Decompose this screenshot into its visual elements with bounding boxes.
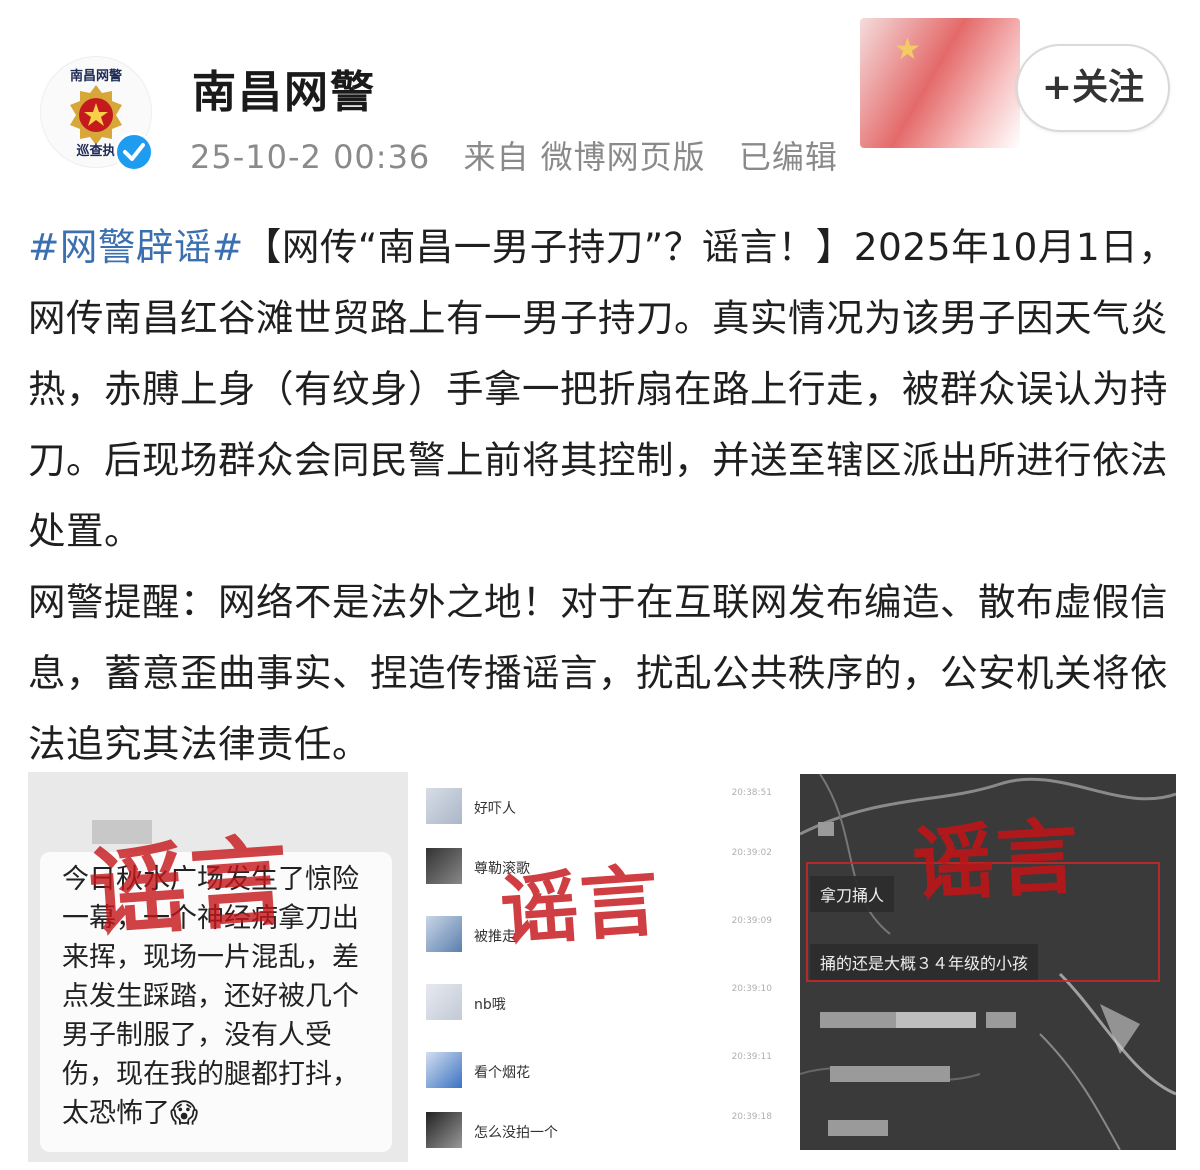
follow-button[interactable]: +关注 [1016, 44, 1170, 132]
post-paragraph-1-text: 【网传“南昌一男子持刀”？谣言！】2025年10月1日，网传南昌红谷滩世贸路上有… [28, 225, 1177, 553]
avatar-org-name: 南昌网警 [69, 69, 122, 84]
verified-icon [114, 132, 154, 172]
post-paragraph-1: #网警辟谣#【网传“南昌一男子持刀”？谣言！】2025年10月1日，网传南昌红谷… [28, 212, 1178, 567]
comment-time: 20:39:02 [731, 848, 772, 858]
pixelation [828, 1120, 888, 1136]
comment-time: 20:38:51 [731, 788, 772, 798]
comment-row: 看个烟花 20:39:11 [426, 1048, 786, 1094]
pixelation [818, 822, 834, 836]
post-timestamp[interactable]: 25-10-2 00:36 [190, 138, 430, 176]
post-meta: 25-10-2 00:36 来自 微博网页版 已编辑 [190, 132, 860, 178]
comment-text: 好吓人 [474, 801, 516, 817]
comment-text: 怎么没拍一个 [474, 1125, 558, 1141]
comment-time: 20:39:11 [731, 1052, 772, 1062]
post-edited-label[interactable]: 已编辑 [739, 138, 838, 176]
post-body: #网警辟谣#【网传“南昌一男子持刀”？谣言！】2025年10月1日，网传南昌红谷… [28, 212, 1178, 780]
comment-row: nb哦 20:39:10 [426, 980, 786, 1026]
comment-text: nb哦 [474, 997, 506, 1013]
post-image-3[interactable]: 拿刀捅人 捅的还是大概３４年级的小孩 谣言 [800, 774, 1176, 1150]
comment-time: 20:39:10 [731, 984, 772, 994]
rumor-stamp: 谣言 [909, 808, 1083, 914]
comment-row: 怎么没拍一个 20:39:18 [426, 1108, 786, 1154]
post-paragraph-2: 网警提醒：网络不是法外之地！对于在互联网发布编造、散布虚假信息，蓄意歪曲事实、捏… [28, 580, 1168, 766]
rumor-stamp: 谣言 [84, 823, 297, 952]
pixelation [986, 1012, 1016, 1028]
police-badge-icon [70, 85, 122, 145]
pixelation [830, 1066, 950, 1082]
post-source: 来自 微博网页版 [463, 138, 706, 176]
comment-row: 好吓人 20:38:51 [426, 784, 786, 830]
comment-avatar [426, 916, 462, 952]
comment-avatar [426, 1052, 462, 1088]
comment-avatar [426, 1112, 462, 1148]
post-header: 南昌网警 巡查执 南昌网警 25-10-2 00:36 来自 微博网页版 已编辑… [0, 0, 1200, 200]
star-icon: ★ [894, 32, 921, 67]
hashtag-link[interactable]: #网警辟谣# [28, 225, 244, 269]
danmaku-bubble: 捅的还是大概３４年级的小孩 [810, 944, 1039, 980]
post-image-1[interactable]: 今日秋水广场发生了惊险一幕，一个神经病拿刀出来挥，现场一片混乱，差点发生踩踏，还… [28, 772, 408, 1162]
banner-image: ★ [860, 18, 1020, 148]
rumor-stamp: 谣言 [497, 855, 664, 958]
pixelation [896, 1012, 976, 1028]
comment-text: 看个烟花 [474, 1065, 530, 1081]
account-name[interactable]: 南昌网警 [192, 56, 376, 120]
post-image-2[interactable]: 好吓人 20:38:51 尊勒滚歌 20:39:02 被推走 20:39:09 … [420, 772, 792, 1162]
comment-avatar [426, 788, 462, 824]
danmaku-bubble: 拿刀捅人 [810, 876, 895, 912]
comment-avatar [426, 848, 462, 884]
comment-avatar [426, 984, 462, 1020]
comment-time: 20:39:18 [731, 1112, 772, 1122]
comment-time: 20:39:09 [731, 916, 772, 926]
